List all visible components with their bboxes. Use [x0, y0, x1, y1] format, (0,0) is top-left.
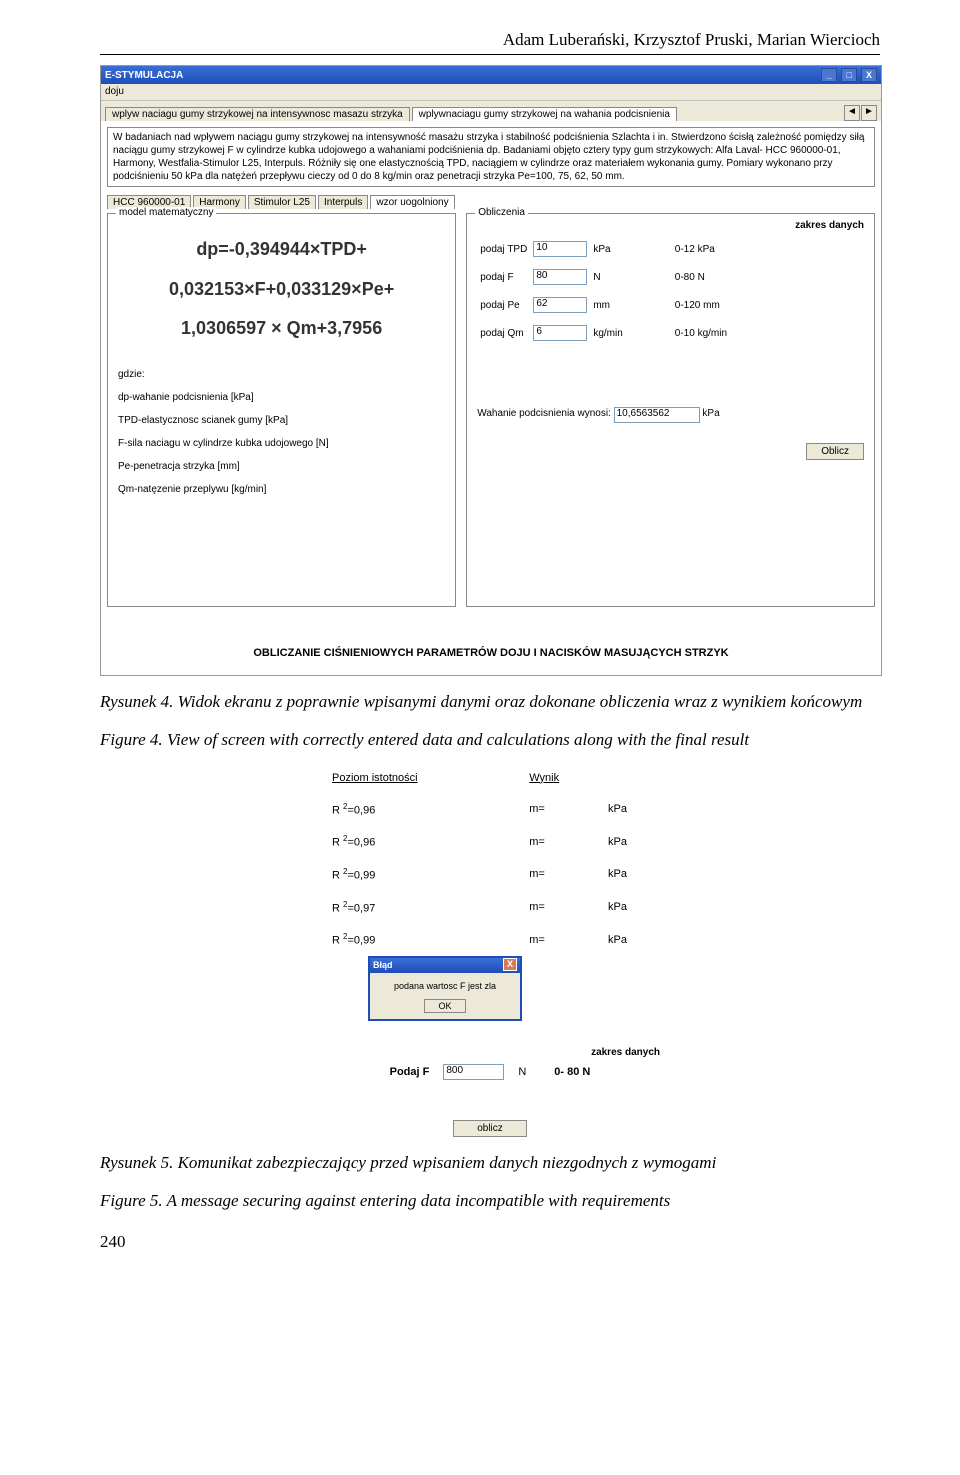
result-output: 10,6563562	[614, 407, 700, 423]
unit-label: mm	[590, 291, 625, 319]
window-control-buttons: _ □ X	[820, 68, 877, 82]
figure4-caption-pl: Rysunek 4. Widok ekranu z poprawnie wpis…	[100, 690, 880, 714]
panel-legend: model matematyczny	[116, 207, 216, 218]
dialog-title: Błąd	[373, 958, 393, 973]
calc-panel: Obliczenia zakres danych podaj TPD 10 kP…	[466, 213, 875, 607]
range-label: 0-80 N	[672, 263, 730, 291]
range-label: 0-120 mm	[672, 291, 730, 319]
tab-scroll-right-icon[interactable]: ►	[861, 105, 877, 121]
header-rule	[100, 54, 880, 55]
close-icon[interactable]: X	[861, 68, 877, 82]
menu-item[interactable]: doju	[105, 86, 124, 97]
outer-tabbar: wplyw naciagu gumy strzykowej na intensy…	[101, 101, 881, 121]
tab-scroll-left-icon[interactable]: ◄	[844, 105, 860, 121]
unit: kPa	[598, 859, 658, 890]
input-label: podaj Pe	[477, 291, 530, 319]
range-label: 0-12 kPa	[672, 235, 730, 263]
unit-label: N	[590, 263, 625, 291]
formula-line: dp=-0,394944×TPD+	[118, 230, 445, 270]
error-dialog: Błąd X podana wartosc F jest zla OK	[368, 956, 522, 1021]
dialog-titlebar: Błąd X	[370, 958, 520, 973]
unit-label: N	[518, 1066, 526, 1078]
def-item: Pe-penetracja strzyka [mm]	[118, 461, 445, 472]
page-header-authors: Adam Luberański, Krzysztof Pruski, Maria…	[100, 30, 880, 50]
col-header: Wynik	[519, 764, 596, 792]
def-item: dp-wahanie podcisnienia [kPa]	[118, 392, 445, 403]
dialog-close-icon[interactable]: X	[503, 958, 517, 971]
figure4-caption-en: Figure 4. View of screen with correctly …	[100, 728, 880, 752]
minimize-icon[interactable]: _	[821, 68, 837, 82]
result-label: Wahanie podcisnienia wynosi:	[477, 408, 611, 419]
variable-definitions: dp-wahanie podcisnienia [kPa] TPD-elasty…	[118, 392, 445, 495]
r2-label: R 2=0,97	[322, 892, 485, 923]
panel-legend: Obliczenia	[475, 207, 528, 218]
def-item: TPD-elastycznosc scianek gumy [kPa]	[118, 415, 445, 426]
qm-input[interactable]: 6	[533, 325, 587, 341]
menubar: doju	[101, 84, 881, 101]
pe-input[interactable]: 62	[533, 297, 587, 313]
unit-label: kPa	[590, 235, 625, 263]
app-footer-title: OBLICZANIE CIŚNIENIOWYCH PARAMETRÓW DOJU…	[107, 607, 875, 669]
f-input-field[interactable]: 800	[443, 1064, 504, 1080]
calculate-button[interactable]: oblicz	[453, 1120, 527, 1137]
range-label: 0- 80 N	[554, 1066, 590, 1078]
ok-button[interactable]: OK	[424, 999, 466, 1013]
range-label: 0-10 kg/min	[672, 319, 730, 347]
window-titlebar: E-STYMULACJA _ □ X	[101, 66, 881, 84]
where-label: gdzie:	[118, 369, 445, 380]
formula-display: dp=-0,394944×TPD+ 0,032153×F+0,033129×Pe…	[118, 230, 445, 349]
calculate-button[interactable]: Oblicz	[806, 443, 864, 460]
formula-line: 0,032153×F+0,033129×Pe+	[118, 270, 445, 310]
input-label: podaj TPD	[477, 235, 530, 263]
inner-tab-selected[interactable]: wzor uogolniony	[370, 195, 454, 209]
formula-line: 1,0306597 × Qm+3,7956	[118, 309, 445, 349]
tab-item[interactable]: wplyw naciagu gumy strzykowej na intensy…	[105, 107, 410, 121]
figure5-caption-en: Figure 5. A message securing against ent…	[100, 1189, 880, 1213]
input-table: podaj TPD 10 kPa 0-12 kPa podaj F 80 N 0…	[477, 235, 730, 347]
unit-label: kg/min	[590, 319, 625, 347]
def-item: Qm-natęzenie przeplywu [kg/min]	[118, 484, 445, 495]
unit: kPa	[598, 826, 658, 857]
podajF-label: Podaj F	[390, 1066, 430, 1078]
unit: kPa	[598, 924, 658, 955]
range-header: zakres danych	[320, 1047, 660, 1058]
def-item: F-sila naciagu w cylindrze kubka udojowe…	[118, 438, 445, 449]
m-label: m=	[519, 859, 596, 890]
m-label: m=	[519, 892, 596, 923]
r2-label: R 2=0,96	[322, 826, 485, 857]
range-header: zakres danych	[477, 220, 864, 235]
stats-table: Poziom istotności Wynik R 2=0,96m=kPa R …	[320, 762, 660, 957]
error-message: podana wartosc F jest zla	[370, 973, 520, 999]
model-panel: model matematyczny dp=-0,394944×TPD+ 0,0…	[107, 213, 456, 607]
page-number: 240	[100, 1232, 880, 1252]
result-unit: kPa	[702, 408, 719, 419]
inner-tab[interactable]: Interpuls	[318, 195, 368, 209]
r2-label: R 2=0,99	[322, 859, 485, 890]
figure-5-screenshot: Poziom istotności Wynik R 2=0,96m=kPa R …	[320, 762, 660, 1137]
figure5-caption-pl: Rysunek 5. Komunikat zabezpieczający prz…	[100, 1151, 880, 1175]
inner-tab[interactable]: Stimulor L25	[248, 195, 316, 209]
unit: kPa	[598, 892, 658, 923]
window-title: E-STYMULACJA	[105, 70, 183, 81]
figure-4-screenshot: E-STYMULACJA _ □ X doju wplyw naciagu gu…	[100, 65, 882, 676]
r2-label: R 2=0,99	[322, 924, 485, 955]
unit: kPa	[598, 794, 658, 825]
col-header: Poziom istotności	[322, 764, 485, 792]
description-text: W badaniach nad wpływem naciągu gumy str…	[107, 127, 875, 187]
tpd-input[interactable]: 10	[533, 241, 587, 257]
input-label: podaj F	[477, 263, 530, 291]
m-label: m=	[519, 826, 596, 857]
m-label: m=	[519, 794, 596, 825]
m-label: m=	[519, 924, 596, 955]
f-input[interactable]: 80	[533, 269, 587, 285]
maximize-icon[interactable]: □	[841, 68, 857, 82]
r2-label: R 2=0,96	[322, 794, 485, 825]
tab-item-selected[interactable]: wplywnaciagu gumy strzykowej na wahania …	[412, 107, 677, 121]
input-label: podaj Qm	[477, 319, 530, 347]
